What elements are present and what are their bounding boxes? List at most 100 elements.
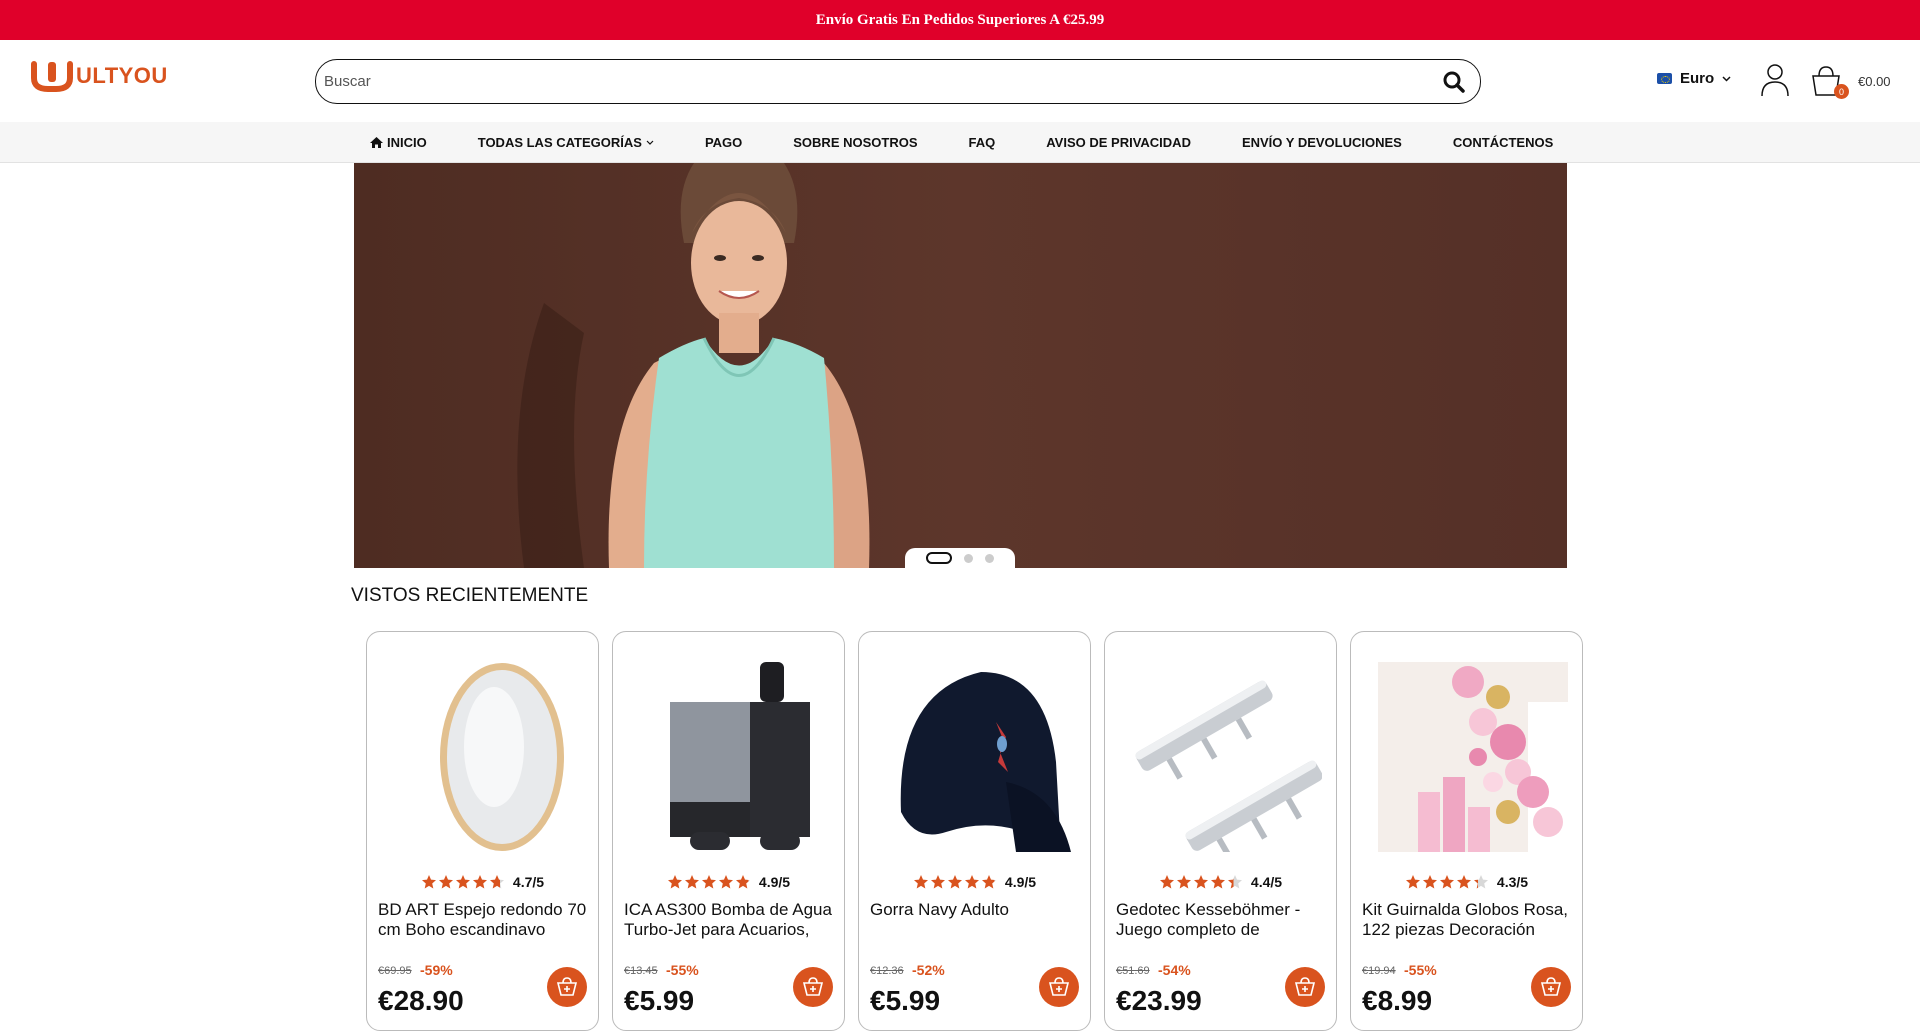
star-icon: [421, 875, 436, 889]
star-icon: [735, 875, 750, 889]
star-icon: [489, 875, 504, 889]
star-icon: [1473, 875, 1488, 889]
star-icon: [1210, 875, 1225, 889]
rating-stars: [421, 874, 505, 890]
product-image: [900, 672, 1071, 852]
search-icon[interactable]: [1442, 70, 1466, 94]
rating-stars: [1405, 874, 1489, 890]
product-price: €5.99: [870, 985, 941, 1016]
logo-mark-icon: [31, 61, 73, 92]
nav-item-label: INICIO: [387, 134, 427, 150]
carousel-dots: [905, 548, 1015, 568]
nav-item-pago[interactable]: PAGO: [705, 135, 742, 150]
product-rating: 4.7/5: [367, 874, 598, 890]
nav-item-envio[interactable]: ENVÍO Y DEVOLUCIONES: [1242, 135, 1402, 150]
rating-stars: [667, 874, 751, 890]
product-rating: 4.9/5: [859, 874, 1090, 890]
product-card[interactable]: 4.9/5 ICA AS300 Bomba de Agua Turbo-Jet …: [612, 631, 845, 1031]
home-icon: [370, 136, 383, 148]
star-icon: [1159, 875, 1174, 889]
product-card[interactable]: 4.4/5 Gedotec Kesseböhmer - Juego comple…: [1104, 631, 1337, 1031]
product-title[interactable]: Gorra Navy Adulto: [870, 900, 1082, 940]
rating-stars: [913, 874, 997, 890]
eu-flag-icon: [1657, 73, 1672, 84]
product-discount: -55%: [666, 962, 699, 978]
product-rating: 4.9/5: [613, 874, 844, 890]
star-icon: [981, 875, 996, 889]
rating-value: 4.9/5: [758, 874, 791, 890]
product-rating: 4.3/5: [1351, 874, 1582, 890]
product-image: [1378, 662, 1568, 852]
product-old-price: €69.95: [378, 965, 412, 977]
star-icon: [455, 875, 470, 889]
product-image: [440, 663, 564, 851]
user-icon[interactable]: [1760, 63, 1790, 97]
product-card[interactable]: 4.9/5 Gorra Navy Adulto €12.36 -52% €5.9…: [858, 631, 1091, 1031]
star-icon: [1193, 875, 1208, 889]
cart-count-badge: 0: [1834, 84, 1849, 99]
recent-section-title: VISTOS RECIENTEMENTE: [351, 585, 589, 606]
rating-value: 4.9/5: [1004, 874, 1037, 890]
chevron-down-icon: [1722, 75, 1731, 82]
product-price: €5.99: [624, 985, 695, 1016]
star-icon: [1456, 875, 1471, 889]
nav-item-contacto[interactable]: CONTÁCTENOS: [1453, 135, 1553, 150]
product-discount: -59%: [420, 962, 453, 978]
star-icon: [684, 875, 699, 889]
main-nav: INICIO TODAS LAS CATEGORÍAS PAGO SOBRE N…: [0, 122, 1920, 163]
product-price: €23.99: [1116, 985, 1202, 1016]
star-icon: [1422, 875, 1437, 889]
product-old-price: €13.45: [624, 965, 658, 977]
nav-item-categorias[interactable]: TODAS LAS CATEGORÍAS: [478, 135, 654, 150]
carousel-dot-1[interactable]: [926, 552, 952, 564]
product-title[interactable]: ICA AS300 Bomba de Agua Turbo-Jet para A…: [624, 900, 836, 940]
cart-button[interactable]: 0 €0.00: [1810, 64, 1891, 99]
star-icon: [438, 875, 453, 889]
star-icon: [667, 875, 682, 889]
recent-products: 4.7/5 BD ART Espejo redondo 70 cm Boho e…: [366, 631, 1583, 1031]
logo-text: ULTYOU: [76, 63, 168, 88]
promo-text: Envío Gratis En Pedidos Superiores A €25…: [815, 11, 1105, 28]
carousel-dot-3[interactable]: [985, 553, 994, 563]
nav-item-label: PAGO: [704, 134, 743, 150]
star-icon: [1176, 875, 1191, 889]
add-to-cart-button[interactable]: [1039, 967, 1079, 1007]
nav-item-label: SOBRE NOSOTROS: [793, 134, 918, 150]
product-card[interactable]: 4.3/5 Kit Guirnalda Globos Rosa, 122 pie…: [1350, 631, 1583, 1031]
add-to-cart-button[interactable]: [793, 967, 833, 1007]
product-old-price: €12.36: [870, 965, 904, 977]
product-title[interactable]: BD ART Espejo redondo 70 cm Boho escandi…: [378, 900, 590, 940]
product-old-price: €51.69: [1116, 965, 1150, 977]
nav-item-label: TODAS LAS CATEGORÍAS: [477, 134, 642, 150]
add-to-cart-icon: [1048, 977, 1070, 996]
star-icon: [472, 875, 487, 889]
star-icon: [964, 875, 979, 889]
add-to-cart-button[interactable]: [1531, 967, 1571, 1007]
nav-item-faq[interactable]: FAQ: [969, 135, 996, 150]
add-to-cart-button[interactable]: [547, 967, 587, 1007]
nav-item-inicio[interactable]: INICIO: [370, 135, 427, 150]
nav-item-label: FAQ: [968, 134, 996, 150]
product-image: [1135, 680, 1322, 852]
nav-item-sobre-nosotros[interactable]: SOBRE NOSOTROS: [793, 135, 917, 150]
nav-item-privacidad[interactable]: AVISO DE PRIVACIDAD: [1046, 135, 1191, 150]
carousel-dot-2[interactable]: [964, 553, 973, 563]
cart-total: €0.00: [1858, 73, 1891, 89]
nav-item-label: CONTÁCTENOS: [1452, 134, 1554, 150]
star-icon: [718, 875, 733, 889]
logo[interactable]: ULTYOU: [30, 60, 168, 92]
rating-value: 4.4/5: [1250, 874, 1283, 890]
rating-value: 4.7/5: [512, 874, 545, 890]
star-icon: [930, 875, 945, 889]
search-input[interactable]: [324, 73, 1442, 90]
promo-bar: Envío Gratis En Pedidos Superiores A €25…: [0, 0, 1920, 40]
add-to-cart-icon: [1540, 977, 1562, 996]
star-icon: [947, 875, 962, 889]
product-title[interactable]: Gedotec Kesseböhmer - Juego completo de: [1116, 900, 1328, 940]
product-title[interactable]: Kit Guirnalda Globos Rosa, 122 piezas De…: [1362, 900, 1574, 940]
hero-banner[interactable]: [354, 163, 1567, 568]
add-to-cart-button[interactable]: [1285, 967, 1325, 1007]
currency-selector[interactable]: Euro: [1657, 70, 1731, 87]
add-to-cart-icon: [556, 977, 578, 996]
product-card[interactable]: 4.7/5 BD ART Espejo redondo 70 cm Boho e…: [366, 631, 599, 1031]
